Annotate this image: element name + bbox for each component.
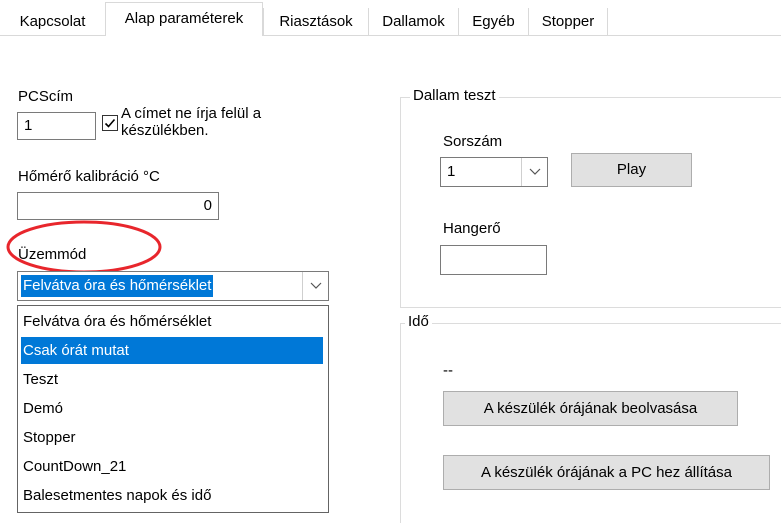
mode-option[interactable]: Balesetmentes napok és idő: [21, 482, 323, 509]
overwrite-label-line2: készülékben.: [121, 122, 209, 139]
mode-option[interactable]: CountDown_21: [21, 453, 323, 480]
mode-selected-value: Felvátva óra és hőmérséklet: [21, 275, 214, 297]
tab-dallamok[interactable]: Dallamok: [368, 8, 458, 35]
time-group-title: Idő: [405, 313, 432, 330]
melody-test-group: [400, 97, 781, 308]
checkmark-icon: [104, 118, 116, 128]
mode-option[interactable]: Demó: [21, 395, 323, 422]
mode-option-highlighted[interactable]: Csak órát mutat: [21, 337, 323, 364]
pcs-address-input[interactable]: 1: [17, 112, 96, 140]
play-button[interactable]: Play: [571, 153, 692, 187]
mode-select[interactable]: Felvátva óra és hőmérséklet: [17, 271, 329, 301]
mode-option[interactable]: Felvátva óra és hőmérséklet: [21, 308, 323, 335]
melody-test-title: Dallam teszt: [410, 87, 499, 104]
annotation-circle: [6, 220, 162, 274]
tab-riasztasok[interactable]: Riasztások: [263, 8, 368, 35]
mode-option[interactable]: Stopper: [21, 424, 323, 451]
overwrite-checkbox-label: A címet ne írja felül a készülékben.: [121, 105, 261, 139]
tab-bar: Kapcsolat Alap paraméterek Riasztások Da…: [0, 0, 781, 36]
read-device-clock-button[interactable]: A készülék órájának beolvasása: [443, 391, 738, 426]
overwrite-checkbox[interactable]: [102, 115, 118, 131]
chevron-down-icon[interactable]: [521, 158, 547, 186]
tab-alap-parameterek[interactable]: Alap paraméterek: [105, 2, 263, 36]
chevron-down-icon[interactable]: [302, 272, 328, 300]
volume-label: Hangerő: [443, 220, 501, 237]
tab-kapcsolat[interactable]: Kapcsolat: [0, 8, 105, 35]
melody-number-label: Sorszám: [443, 133, 503, 150]
tab-stopper[interactable]: Stopper: [528, 8, 608, 35]
melody-number-select[interactable]: 1: [440, 157, 548, 187]
calibration-input[interactable]: 0: [17, 192, 219, 220]
set-device-clock-button[interactable]: A készülék órájának a PC hez állítása: [443, 455, 770, 490]
tab-egyeb[interactable]: Egyéb: [458, 8, 528, 35]
mode-option[interactable]: Teszt: [21, 366, 323, 393]
volume-input[interactable]: [440, 245, 547, 275]
melody-number-value: 1: [447, 163, 456, 180]
pcs-address-label: PCScím: [18, 88, 74, 105]
calibration-label: Hőmérő kalibráció °C: [18, 168, 160, 185]
overwrite-label-line1: A címet ne írja felül a: [121, 105, 262, 122]
device-time-text: --: [443, 362, 453, 379]
mode-dropdown-list: Felvátva óra és hőmérséklet Csak órát mu…: [17, 305, 329, 513]
